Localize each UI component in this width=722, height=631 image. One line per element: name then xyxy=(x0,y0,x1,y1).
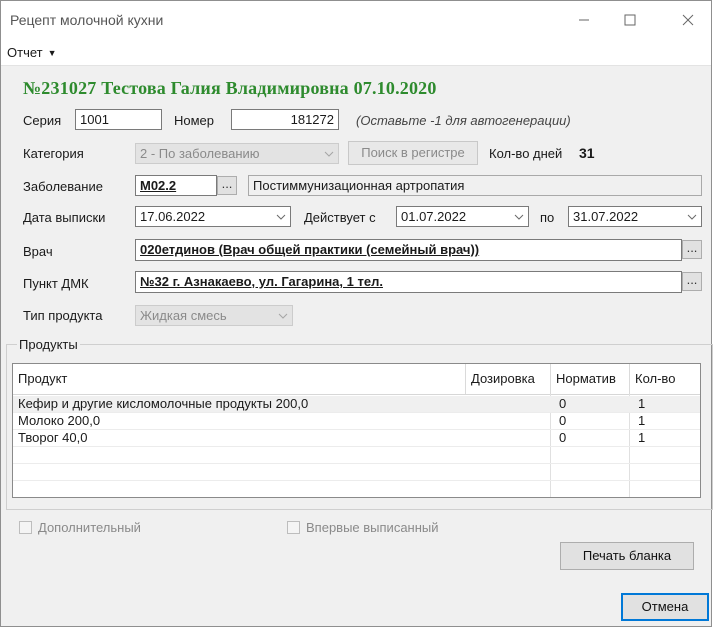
cell-norm: 0 xyxy=(559,396,567,411)
additional-checkbox[interactable]: Дополнительный xyxy=(19,520,141,535)
category-value: 2 - По заболеванию xyxy=(140,146,260,161)
doctor-field[interactable]: 020етдинов (Врач общей практики (семейны… xyxy=(135,239,682,261)
issue-date-picker[interactable]: 17.06.2022 xyxy=(135,206,291,227)
dialog-window: Рецепт молочной кухни Отчет ▼ №231027 Тес… xyxy=(0,0,713,627)
menu-bar: Отчет ▼ xyxy=(1,39,711,66)
chevron-down-icon xyxy=(320,144,338,163)
cancel-button[interactable]: Отмена xyxy=(621,593,709,621)
first-time-checkbox[interactable]: Впервые выписанный xyxy=(287,520,439,535)
category-select[interactable]: 2 - По заболеванию xyxy=(135,143,339,164)
print-form-button[interactable]: Печать бланка xyxy=(560,542,694,570)
number-label: Номер xyxy=(174,113,215,128)
dmk-lookup-button[interactable]: ... xyxy=(682,272,702,291)
disease-code-field[interactable]: M02.2 xyxy=(135,175,217,196)
products-table[interactable]: Продукт Дозировка Норматив Кол-во Кефир … xyxy=(12,363,701,498)
table-row-empty xyxy=(13,481,700,497)
table-row[interactable]: Кефир и другие кисломолочные продукты 20… xyxy=(13,396,700,413)
table-row[interactable]: Творог 40,0 0 1 xyxy=(13,430,700,447)
valid-from-picker[interactable]: 01.07.2022 xyxy=(396,206,529,227)
disease-lookup-button[interactable]: ... xyxy=(217,176,237,195)
cell-qty: 1 xyxy=(638,413,646,428)
valid-from-label: Действует с xyxy=(304,210,376,225)
checkbox-icon xyxy=(287,521,300,534)
cell-qty: 1 xyxy=(638,430,646,445)
valid-to-label: по xyxy=(540,210,555,225)
maximize-icon[interactable] xyxy=(607,1,653,39)
issue-date-value: 17.06.2022 xyxy=(140,209,206,224)
menu-report-label: Отчет xyxy=(7,45,43,60)
column-header-product[interactable]: Продукт xyxy=(13,364,466,394)
dmk-label: Пункт ДМК xyxy=(23,276,89,291)
chevron-down-icon xyxy=(272,207,290,226)
product-type-label: Тип продукта xyxy=(23,308,103,323)
number-hint: (Оставьте -1 для автогенерации) xyxy=(356,113,571,128)
cell-dosage xyxy=(466,396,551,413)
series-label: Серия xyxy=(23,113,62,128)
number-field[interactable]: 181272 xyxy=(231,109,339,130)
chevron-down-icon xyxy=(510,207,528,226)
checkbox-icon xyxy=(19,521,32,534)
series-field[interactable]: 1001 xyxy=(75,109,162,130)
products-group-title: Продукты xyxy=(17,337,80,352)
valid-to-picker[interactable]: 31.07.2022 xyxy=(568,206,702,227)
table-row[interactable]: Молоко 200,0 0 1 xyxy=(13,413,700,430)
cell-norm: 0 xyxy=(559,413,567,428)
table-row-empty xyxy=(13,464,700,481)
registry-search-button[interactable]: Поиск в регистре xyxy=(348,141,478,165)
menu-report[interactable]: Отчет ▼ xyxy=(7,45,57,60)
cell-norm: 0 xyxy=(559,430,567,445)
issue-date-label: Дата выписки xyxy=(23,210,106,225)
close-icon[interactable] xyxy=(665,1,711,39)
additional-checkbox-label: Дополнительный xyxy=(38,520,141,535)
category-label: Категория xyxy=(23,146,84,161)
days-label: Кол-во дней xyxy=(489,146,563,161)
cell-product: Молоко 200,0 xyxy=(18,413,101,428)
dmk-field[interactable]: №32 г. Азнакаево, ул. Гагарина, 1 тел. xyxy=(135,271,682,293)
cell-product: Кефир и другие кисломолочные продукты 20… xyxy=(18,396,309,411)
table-header: Продукт Дозировка Норматив Кол-во xyxy=(13,364,700,395)
minimize-icon[interactable] xyxy=(561,1,607,39)
valid-from-value: 01.07.2022 xyxy=(401,209,467,224)
product-type-select[interactable]: Жидкая смесь xyxy=(135,305,293,326)
first-time-checkbox-label: Впервые выписанный xyxy=(306,520,439,535)
column-header-dosage[interactable]: Дозировка xyxy=(466,364,551,394)
cell-dosage xyxy=(466,413,551,430)
disease-name-field: Постиммунизационная артропатия xyxy=(248,175,702,196)
doctor-label: Врач xyxy=(23,244,53,259)
disease-label: Заболевание xyxy=(23,179,103,194)
chevron-down-icon xyxy=(683,207,701,226)
column-header-norm[interactable]: Норматив xyxy=(551,364,630,394)
product-type-value: Жидкая смесь xyxy=(140,308,227,323)
days-value: 31 xyxy=(579,145,595,161)
table-row-empty xyxy=(13,447,700,464)
prescription-header: №231027 Тестова Галия Владимировна 07.10… xyxy=(23,78,437,98)
column-header-qty[interactable]: Кол-во xyxy=(630,364,700,394)
valid-to-value: 31.07.2022 xyxy=(573,209,639,224)
chevron-down-icon: ▼ xyxy=(47,48,57,58)
cell-dosage xyxy=(466,430,551,447)
chevron-down-icon xyxy=(274,306,292,325)
title-bar: Рецепт молочной кухни xyxy=(1,1,711,39)
cell-product: Творог 40,0 xyxy=(18,430,88,445)
cell-qty: 1 xyxy=(638,396,646,411)
doctor-lookup-button[interactable]: ... xyxy=(682,240,702,259)
window-title: Рецепт молочной кухни xyxy=(10,12,164,28)
